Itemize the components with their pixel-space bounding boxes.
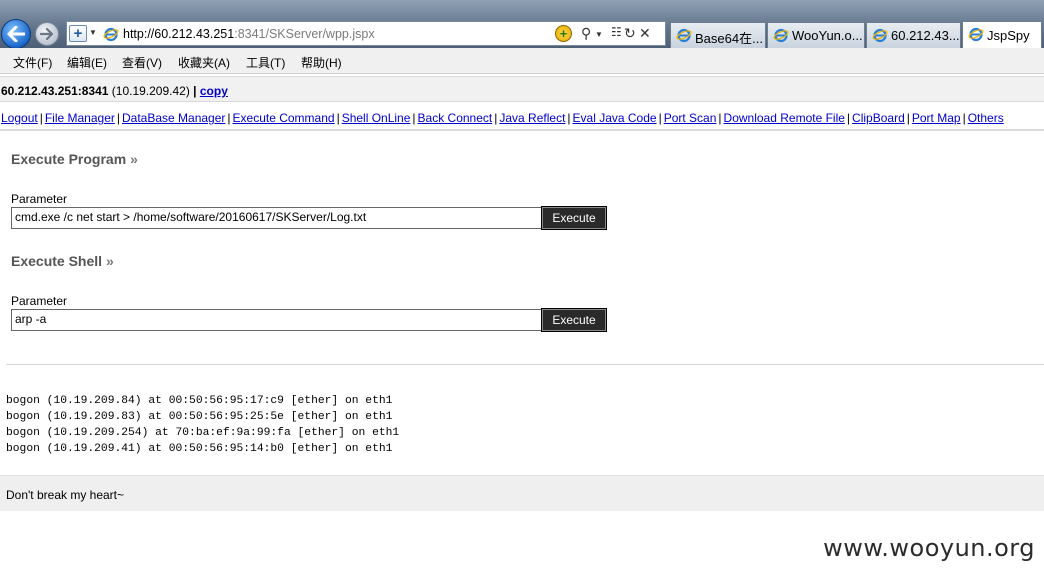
- execute-program-title: Execute Program »: [11, 151, 138, 167]
- nav-links: Logout | File Manager | DataBase Manager | Exe…: [1, 111, 1004, 125]
- ie-icon: [872, 28, 888, 43]
- compat-view-icon[interactable]: ☷: [611, 25, 622, 39]
- tab-label: Base64在...: [695, 31, 763, 46]
- command-output: bogon (10.19.209.84) at 00:50:56:95:17:c…: [6, 393, 399, 457]
- url-host: http://60.212.43.251: [123, 27, 235, 41]
- search-dropdown-icon[interactable]: ▼: [595, 30, 603, 39]
- tab-wooyun[interactable]: WooYun.o...: [767, 22, 865, 48]
- menu-view[interactable]: 查看(V): [122, 54, 162, 71]
- nav-clipboard[interactable]: ClipBoard: [852, 111, 905, 125]
- forward-arrow-icon: [40, 28, 54, 40]
- divider: [6, 364, 1044, 365]
- ie-icon: [773, 28, 789, 43]
- search-icon[interactable]: ⚲: [581, 25, 591, 42]
- copy-link[interactable]: copy: [200, 84, 228, 98]
- tab-label: 60.212.43....: [891, 28, 961, 43]
- nav-eval-java-code[interactable]: Eval Java Code: [573, 111, 657, 125]
- menu-favorites[interactable]: 收藏夹(A): [178, 54, 230, 71]
- compatibility-icon[interactable]: +: [555, 25, 572, 42]
- output-line: bogon (10.19.209.254) at 70:ba:ef:9a:99:…: [6, 427, 400, 439]
- nav-shell-online[interactable]: Shell OnLine: [342, 111, 411, 125]
- tab-server-ip[interactable]: 60.212.43....: [866, 22, 961, 48]
- nav-logout[interactable]: Logout: [1, 111, 38, 125]
- program-parameter-input[interactable]: cmd.exe /c net start > /home/software/20…: [11, 207, 542, 229]
- nav-download-remote-file[interactable]: Download Remote File: [724, 111, 845, 125]
- execute-shell-title: Execute Shell »: [11, 253, 114, 269]
- address-bar[interactable]: + ▼ http://60.212.43.251:8341/SKServer/w…: [66, 21, 666, 46]
- execute-shell-heading: Execute Shell: [11, 253, 103, 269]
- menu-tools[interactable]: 工具(T): [246, 54, 285, 71]
- divider: [0, 129, 1044, 131]
- back-arrow-icon: [7, 26, 25, 42]
- output-line: bogon (10.19.209.84) at 00:50:56:95:17:c…: [6, 395, 393, 407]
- ie-icon: [103, 27, 119, 42]
- nav-execute-command[interactable]: Execute Command: [233, 111, 335, 125]
- shell-parameter-label: Parameter: [11, 294, 68, 308]
- browser-toolbar: + ▼ http://60.212.43.251:8341/SKServer/w…: [0, 0, 1044, 49]
- server-internal-ip: (10.19.209.42): [108, 84, 194, 98]
- nav-back-connect[interactable]: Back Connect: [418, 111, 493, 125]
- program-parameter-label: Parameter: [11, 192, 68, 206]
- execute-program-heading: Execute Program: [11, 151, 127, 167]
- menu-bar: 文件(F) 编辑(E) 查看(V) 收藏夹(A) 工具(T) 帮助(H): [0, 48, 1044, 74]
- nav-port-scan[interactable]: Port Scan: [664, 111, 717, 125]
- ie-icon: [676, 28, 692, 43]
- shell-parameter-input[interactable]: arp -a: [11, 309, 542, 331]
- output-line: bogon (10.19.209.83) at 00:50:56:95:25:5…: [6, 411, 393, 423]
- menu-edit[interactable]: 编辑(E): [67, 54, 107, 71]
- refresh-icon[interactable]: ↻: [624, 25, 636, 42]
- tab-base64[interactable]: Base64在...: [670, 22, 766, 48]
- stop-icon[interactable]: ✕: [639, 25, 651, 42]
- footer-text: Don't break my heart~: [6, 488, 125, 502]
- page-content: 60.212.43.251:8341 (10.19.209.42) | copy…: [0, 74, 1044, 577]
- nav-others[interactable]: Others: [968, 111, 1004, 125]
- server-address: 60.212.43.251:8341: [1, 84, 109, 98]
- server-info: 60.212.43.251:8341 (10.19.209.42) | copy: [1, 84, 228, 98]
- back-button[interactable]: [1, 19, 31, 49]
- execute-shell-button[interactable]: Execute: [541, 308, 607, 332]
- url-text[interactable]: http://60.212.43.251:8341/SKServer/wpp.j…: [123, 27, 375, 41]
- chevron-down-icon[interactable]: ▼: [89, 28, 97, 37]
- add-favorite-icon[interactable]: +: [69, 25, 87, 42]
- server-info-bar: 60.212.43.251:8341 (10.19.209.42) | copy: [0, 76, 1044, 102]
- nav-file-manager[interactable]: File Manager: [45, 111, 115, 125]
- nav-java-reflect[interactable]: Java Reflect: [499, 111, 565, 125]
- ie-icon: [968, 27, 984, 42]
- forward-button[interactable]: [35, 22, 59, 46]
- tab-jspspy[interactable]: JspSpy: [962, 21, 1042, 48]
- tab-label: WooYun.o...: [792, 28, 863, 43]
- watermark: www.wooyun.org: [823, 534, 1035, 562]
- nav-database-manager[interactable]: DataBase Manager: [122, 111, 225, 125]
- url-path: :8341/SKServer/wpp.jspx: [234, 27, 375, 41]
- footer: Don't break my heart~: [0, 475, 1044, 511]
- nav-port-map[interactable]: Port Map: [912, 111, 961, 125]
- tab-label: JspSpy: [987, 28, 1030, 43]
- menu-file[interactable]: 文件(F): [13, 54, 52, 71]
- menu-help[interactable]: 帮助(H): [301, 54, 342, 71]
- output-line: bogon (10.19.209.41) at 00:50:56:95:14:b…: [6, 443, 393, 455]
- execute-program-button[interactable]: Execute: [541, 206, 607, 230]
